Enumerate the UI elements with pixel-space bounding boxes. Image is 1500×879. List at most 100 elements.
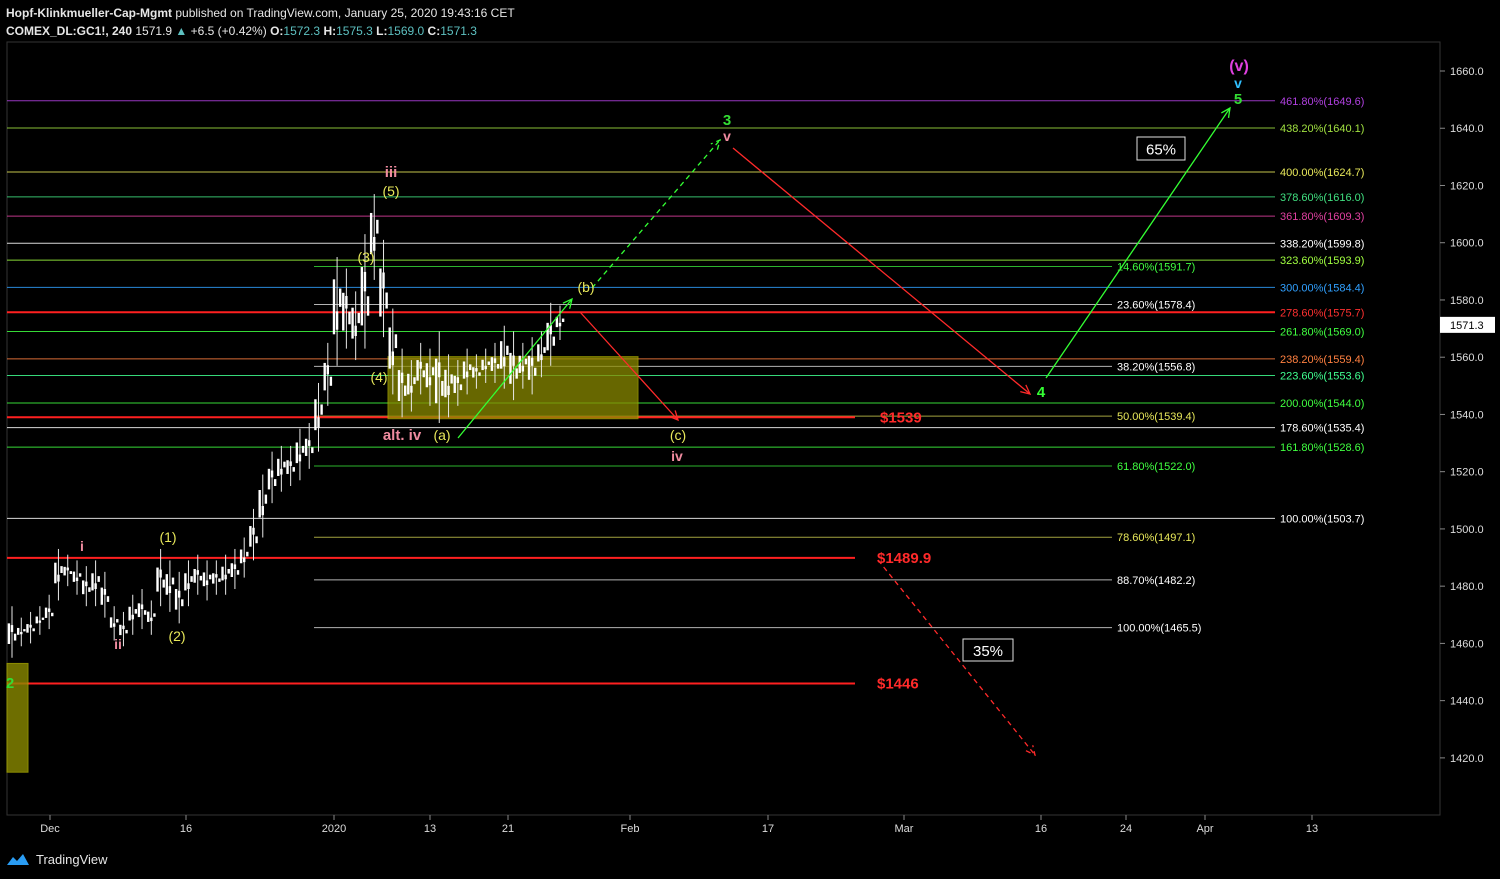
wave-label: i (80, 538, 84, 554)
high-value: 1575.3 (336, 24, 373, 38)
candle-body (131, 614, 134, 620)
x-tick-label: 24 (1120, 823, 1132, 835)
candle-body (314, 399, 317, 431)
candle-body (428, 377, 432, 386)
y-tick-label: 1500.0 (1450, 524, 1484, 536)
candle-body (119, 624, 122, 636)
candle-body (116, 619, 119, 623)
low-value: 1569.0 (387, 24, 425, 38)
fib-label: 278.60%(1575.7) (1280, 307, 1364, 319)
candle-body (184, 573, 187, 591)
candle-body (481, 359, 484, 371)
wave-label: iv (671, 448, 683, 464)
candle-body (329, 376, 333, 386)
x-tick-label: Dec (40, 823, 60, 835)
candle-body (280, 468, 283, 475)
candle-body (10, 625, 14, 632)
y-tick-label: 1640.0 (1450, 123, 1484, 135)
candle-body (462, 361, 466, 379)
wave-label: (1) (159, 529, 176, 545)
candle-body (91, 573, 94, 591)
consolidation-zone (387, 356, 639, 420)
candle-body (100, 587, 103, 605)
tradingview-branding[interactable]: TradingView (6, 845, 108, 873)
wave-label: (3) (357, 249, 374, 265)
candle-body (292, 467, 295, 472)
y-tick-label: 1560.0 (1450, 352, 1484, 364)
candle-body (137, 603, 141, 618)
candle-body (472, 367, 475, 378)
candle-body (561, 318, 565, 322)
candle-body (301, 445, 305, 453)
candle-body (177, 590, 181, 598)
wave-label: 3 (723, 112, 731, 129)
fib-label: 400.00%(1624.7) (1280, 167, 1364, 179)
x-tick-label: Apr (1196, 823, 1213, 835)
y-tick-label: 1460.0 (1450, 638, 1484, 650)
publisher-name[interactable]: Hopf-Klinkmueller-Cap-Mgmt (6, 6, 172, 20)
candle-body (499, 341, 503, 369)
candle-body (534, 367, 537, 376)
fib-label: 100.00%(1503.7) (1280, 513, 1364, 525)
support-label: $1446 (877, 675, 919, 692)
candle-body (212, 573, 215, 584)
y-tick-label: 1580.0 (1450, 295, 1484, 307)
retrace-label: 100.00%(1465.5) (1117, 623, 1201, 635)
candle-body (475, 368, 478, 372)
candle-body (215, 574, 218, 578)
candle-body (493, 358, 497, 363)
candle-body (243, 557, 246, 563)
candle-body (543, 347, 546, 353)
wave-label: ii (114, 636, 122, 652)
candle-body (261, 506, 264, 516)
candle-body (38, 620, 42, 623)
fib-label: 461.80%(1649.6) (1280, 96, 1364, 108)
fib-label: 200.00%(1544.0) (1280, 398, 1364, 410)
candle-body (246, 551, 249, 557)
candle-body (286, 460, 289, 474)
published-text: published on TradingView.com, January 25… (175, 6, 515, 20)
candle-body (434, 358, 438, 404)
wave-label: 5 (1234, 91, 1242, 108)
candle-body (239, 549, 243, 564)
candle-body (413, 377, 416, 385)
candle-body (236, 570, 240, 575)
candle-body (326, 365, 329, 375)
retrace-label: 61.80%(1522.0) (1117, 461, 1195, 473)
chart-header: Hopf-Klinkmueller-Cap-Mgmt published on … (6, 4, 515, 40)
price-chart[interactable]: 461.80%(1649.6) 438.20%(1640.1) 400.00%(16… (0, 0, 1500, 879)
candle-body (515, 368, 518, 379)
candle-body (351, 307, 354, 339)
candle-body (416, 360, 419, 381)
candle-body (311, 447, 314, 454)
candle-body (289, 461, 292, 466)
candle-body (552, 336, 556, 346)
symbol-label[interactable]: COMEX_DL:GC1!, 240 (6, 24, 132, 38)
close-value: 1571.3 (440, 24, 477, 38)
candle-body (171, 577, 175, 585)
candle-body (75, 577, 79, 582)
candle-body (230, 563, 234, 578)
candle-body (196, 570, 199, 575)
candle-body (72, 571, 76, 582)
x-tick-label: 13 (424, 823, 436, 835)
wave-label: 4 (1037, 384, 1046, 401)
low-label: L: (376, 24, 388, 38)
candle-body (109, 617, 113, 628)
last-price-tag: 1571.3 (1450, 320, 1484, 332)
candle-body (385, 292, 388, 309)
candle-body (63, 566, 66, 576)
candle-body (478, 372, 481, 376)
candle-body (51, 612, 54, 617)
candle-body (233, 564, 237, 569)
wave-label: 2 (6, 675, 14, 692)
candle-body (444, 369, 447, 398)
candle-body (156, 567, 159, 592)
candle-body (199, 575, 203, 581)
candle-body (88, 587, 91, 592)
candle-body (134, 609, 138, 614)
retrace-label: 14.60%(1591.7) (1117, 261, 1195, 273)
candle-body (382, 272, 385, 289)
candle-body (82, 580, 85, 595)
candle-body (205, 580, 209, 586)
